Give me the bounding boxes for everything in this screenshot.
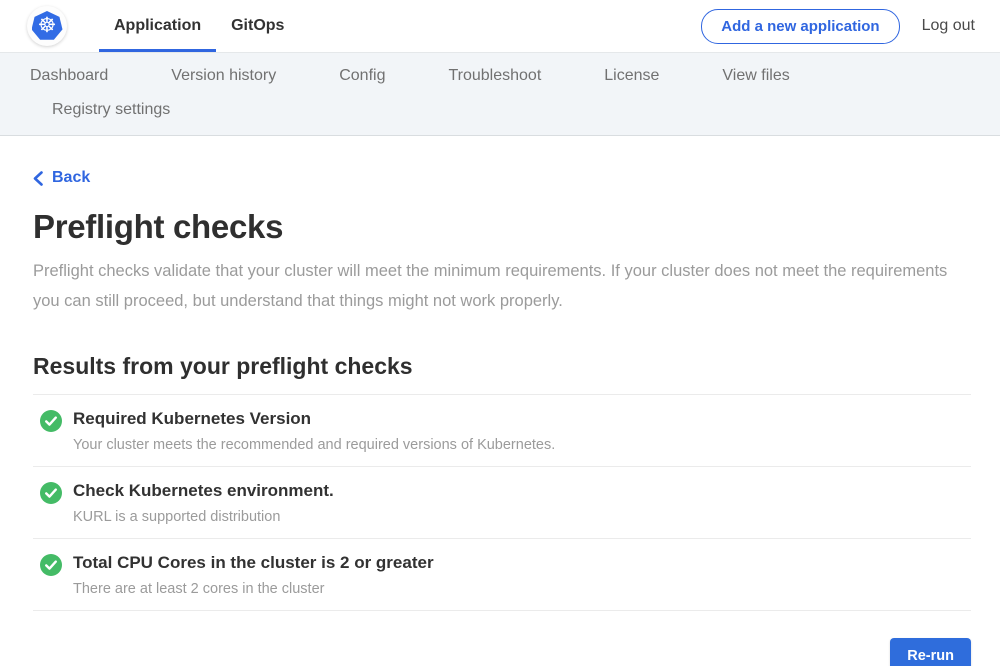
preflight-check-item: Total CPU Cores in the cluster is 2 or g…	[33, 539, 971, 611]
check-title: Required Kubernetes Version	[73, 409, 555, 429]
subnav-item-license[interactable]: License	[604, 67, 659, 85]
subnav-item-troubleshoot[interactable]: Troubleshoot	[448, 67, 541, 85]
subnav-item-dashboard[interactable]: Dashboard	[30, 67, 108, 85]
subnav-row-2: Registry settings	[0, 93, 1000, 127]
subnav-item-view-files[interactable]: View files	[722, 67, 789, 85]
rerun-button[interactable]: Re-run	[890, 638, 971, 666]
main-content: Back Preflight checks Preflight checks v…	[0, 136, 1000, 666]
results-heading: Results from your preflight checks	[33, 353, 971, 395]
check-title: Check Kubernetes environment.	[73, 481, 334, 501]
subnav-row-1: Dashboard Version history Config Trouble…	[0, 59, 1000, 93]
helm-wheel-icon: ☸	[38, 15, 57, 36]
preflight-check-item: Required Kubernetes Version Your cluster…	[33, 395, 971, 467]
check-text: Total CPU Cores in the cluster is 2 or g…	[73, 553, 434, 597]
logout-link[interactable]: Log out	[922, 17, 975, 35]
app-root: ☸ Application GitOps Add a new applicati…	[0, 0, 1000, 666]
success-check-icon	[40, 554, 62, 581]
check-text: Required Kubernetes Version Your cluster…	[73, 409, 555, 453]
page-description: Preflight checks validate that your clus…	[33, 256, 953, 316]
subnav-item-version-history[interactable]: Version history	[171, 67, 276, 85]
check-text: Check Kubernetes environment. KURL is a …	[73, 481, 334, 525]
subnav-item-registry-settings[interactable]: Registry settings	[52, 101, 170, 119]
add-application-button[interactable]: Add a new application	[701, 9, 899, 44]
tab-gitops[interactable]: GitOps	[216, 0, 299, 52]
success-check-icon	[40, 482, 62, 509]
footer-actions: Re-run	[33, 611, 971, 666]
page-title: Preflight checks	[33, 208, 971, 246]
check-title: Total CPU Cores in the cluster is 2 or g…	[73, 553, 434, 573]
subnav-item-config[interactable]: Config	[339, 67, 385, 85]
check-message: Your cluster meets the recommended and r…	[73, 437, 555, 453]
top-header: ☸ Application GitOps Add a new applicati…	[0, 0, 1000, 53]
top-tab-bar: Application GitOps	[99, 0, 299, 52]
back-link[interactable]: Back	[33, 169, 90, 187]
preflight-check-list: Required Kubernetes Version Your cluster…	[33, 395, 971, 611]
preflight-check-item: Check Kubernetes environment. KURL is a …	[33, 467, 971, 539]
check-message: There are at least 2 cores in the cluste…	[73, 581, 434, 597]
chevron-left-icon	[33, 171, 43, 186]
kubernetes-logo: ☸	[27, 6, 67, 46]
kubernetes-heptagon: ☸	[32, 11, 63, 41]
tab-application[interactable]: Application	[99, 0, 216, 52]
header-actions: Add a new application Log out	[701, 0, 975, 52]
app-subnav: Dashboard Version history Config Trouble…	[0, 53, 1000, 136]
check-message: KURL is a supported distribution	[73, 509, 334, 525]
back-label: Back	[52, 169, 90, 187]
success-check-icon	[40, 410, 62, 437]
